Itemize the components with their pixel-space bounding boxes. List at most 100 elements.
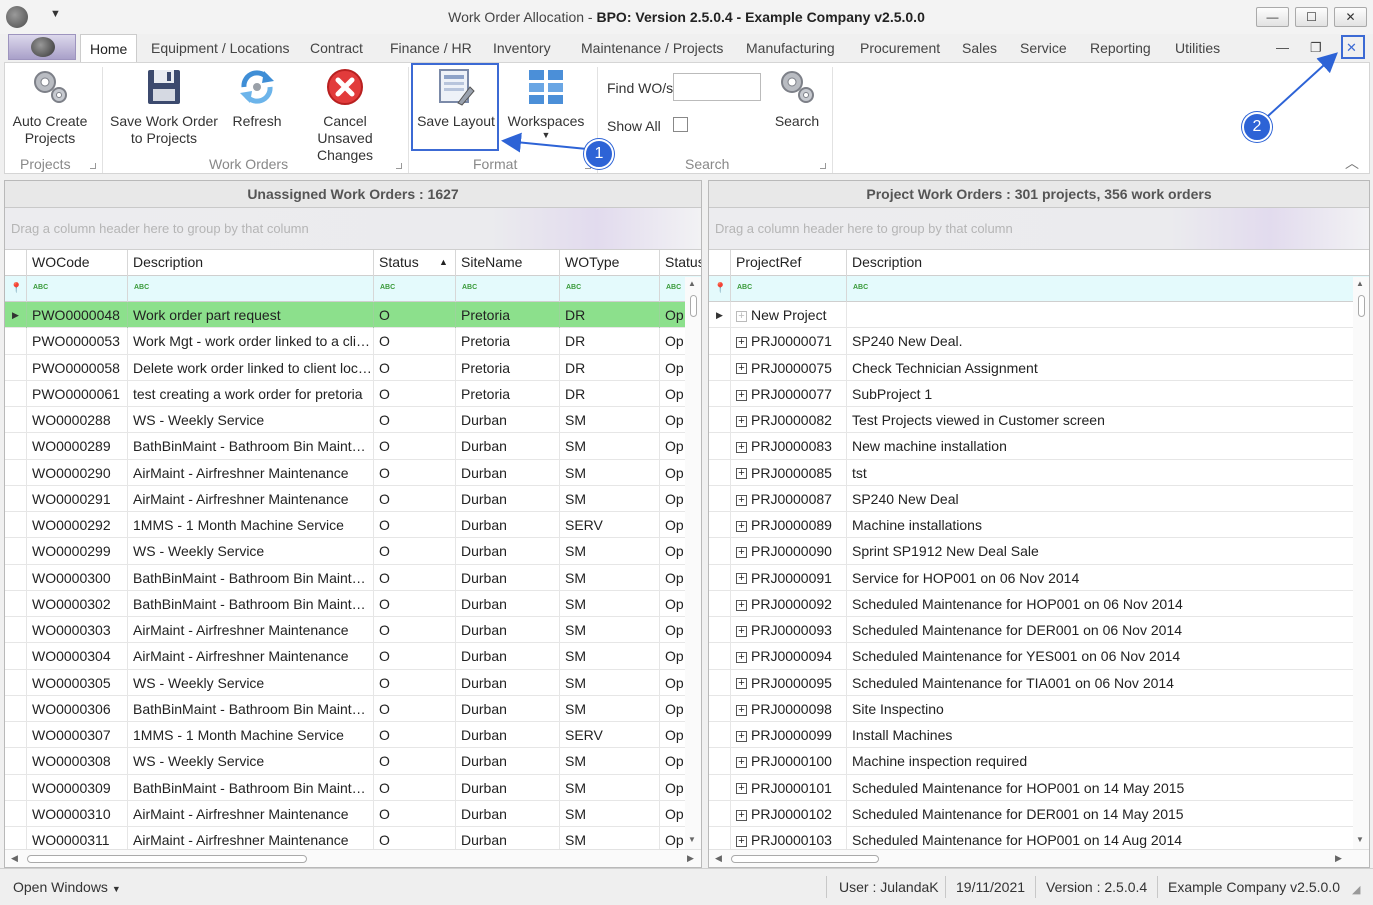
cell-wocode[interactable]: PWO0000048 [26,302,127,328]
table-row[interactable]: WO0000309 BathBinMaint - Bathroom Bin Mai… [5,774,701,801]
filter-cell-wocode[interactable]: ABC [26,276,127,302]
cell-status[interactable]: O [373,748,455,775]
cell-description[interactable]: BathBinMaint - Bathroom Bin Maintenance [127,695,373,722]
expand-row-icon[interactable]: + [736,363,747,375]
cell-wocode[interactable]: PWO0000058 [26,354,127,381]
table-row[interactable]: + PRJ0000100 Machine inspection required [709,748,1369,775]
left-horizontal-scrollbar[interactable]: ◀ ▶ [5,849,701,867]
cell-description[interactable]: Install Machines [846,722,1355,748]
table-row[interactable]: WO0000310 AirMaint - Airfreshner Maintena… [5,800,701,827]
cell-status[interactable]: O [373,407,455,433]
cell-status[interactable]: O [373,669,455,696]
cell-wotype[interactable]: SM [559,774,659,801]
expand-row-icon[interactable]: + [736,730,747,742]
cell-sitename[interactable]: Durban [455,800,559,827]
cell-wotype[interactable]: DR [559,328,659,355]
cell-projectref[interactable]: + PRJ0000092 [730,590,846,617]
scroll-thumb[interactable] [1358,295,1365,317]
expand-row-icon[interactable]: + [736,599,747,611]
cell-projectref[interactable]: + New Project [730,302,846,328]
cell-wotype[interactable]: SM [559,695,659,722]
cell-projectref[interactable]: + PRJ0000083 [730,433,846,460]
column-header-wocode[interactable]: WOCode [26,250,127,276]
cell-description[interactable]: Site Inspectino [846,695,1355,722]
cell-projectref[interactable]: + PRJ0000095 [730,669,846,696]
expand-row-icon[interactable]: + [736,310,747,322]
table-row[interactable]: PWO0000058 Delete work order linked to cl… [5,354,701,381]
filter-cell-sitename[interactable]: ABC [455,276,559,302]
expand-row-icon[interactable]: + [736,442,747,454]
expand-row-icon[interactable]: + [736,468,747,480]
scroll-right-icon[interactable]: ▶ [687,853,694,864]
cell-projectref[interactable]: + PRJ0000098 [730,695,846,722]
cell-wotype[interactable]: SM [559,590,659,617]
cell-description[interactable]: AirMaint - Airfreshner Maintenance [127,643,373,670]
cell-sitename[interactable]: Durban [455,485,559,512]
cell-projectref[interactable]: + PRJ0000090 [730,538,846,565]
cell-sitename[interactable]: Durban [455,407,559,433]
cell-sitename[interactable]: Durban [455,748,559,775]
cell-description[interactable]: Test Projects viewed in Customer screen [846,407,1355,433]
column-header-sitename[interactable]: SiteName [455,250,559,276]
column-header-description[interactable]: Description [846,250,1369,276]
table-row[interactable]: ▶ PWO0000048 Work order part request O Preto… [5,302,701,329]
filter-cell-status[interactable]: ABC [373,276,455,302]
cell-description[interactable]: Scheduled Maintenance for DER001 on 06 N… [846,617,1355,643]
cell-projectref[interactable]: + PRJ0000077 [730,380,846,407]
cell-sitename[interactable]: Pretoria [455,302,559,328]
cell-wotype[interactable]: SM [559,669,659,696]
expand-row-icon[interactable]: + [736,835,747,847]
expand-row-icon[interactable]: + [736,625,747,637]
expand-row-icon[interactable]: + [736,547,747,559]
cell-wocode[interactable]: WO0000306 [26,695,127,722]
cell-description[interactable]: 1MMS - 1 Month Machine Service [127,722,373,748]
cell-sitename[interactable]: Durban [455,433,559,460]
cell-description[interactable]: Check Technician Assignment [846,354,1355,381]
cell-projectref[interactable]: + PRJ0000099 [730,722,846,748]
cell-description[interactable]: 1MMS - 1 Month Machine Service [127,512,373,538]
filter-cell-description[interactable]: ABC [846,276,1369,302]
cell-projectref[interactable]: + PRJ0000085 [730,459,846,486]
table-row[interactable]: PWO0000053 Work Mgt - work order linked t… [5,328,701,355]
cell-description[interactable]: WS - Weekly Service [127,407,373,433]
filter-cell-projectref[interactable]: ABC [730,276,846,302]
cell-sitename[interactable]: Pretoria [455,328,559,355]
cell-description[interactable]: BathBinMaint - Bathroom Bin Maintenance [127,590,373,617]
cell-status[interactable]: O [373,459,455,486]
table-row[interactable]: WO0000289 BathBinMaint - Bathroom Bin Mai… [5,433,701,460]
cell-description[interactable]: WS - Weekly Service [127,669,373,696]
cell-projectref[interactable]: + PRJ0000087 [730,485,846,512]
table-row[interactable]: WO0000303 AirMaint - Airfreshner Maintena… [5,617,701,644]
open-windows-menu[interactable]: Open Windows ▼ [13,879,121,895]
cell-projectref[interactable]: + PRJ0000089 [730,512,846,538]
cell-description[interactable]: AirMaint - Airfreshner Maintenance [127,485,373,512]
cell-sitename[interactable]: Pretoria [455,354,559,381]
cell-sitename[interactable]: Durban [455,669,559,696]
cell-description[interactable]: AirMaint - Airfreshner Maintenance [127,617,373,643]
expand-row-icon[interactable]: + [736,757,747,769]
table-row[interactable]: + PRJ0000089 Machine installations [709,512,1369,539]
table-row[interactable]: WO0000304 AirMaint - Airfreshner Maintena… [5,643,701,670]
cell-wocode[interactable]: WO0000302 [26,590,127,617]
table-row[interactable]: WO0000302 BathBinMaint - Bathroom Bin Mai… [5,590,701,617]
scroll-thumb[interactable] [731,855,879,863]
cell-sitename[interactable]: Durban [455,695,559,722]
cell-description[interactable]: Service for HOP001 on 06 Nov 2014 [846,564,1355,591]
table-row[interactable]: + PRJ0000092 Scheduled Maintenance for HOP… [709,590,1369,617]
cell-wocode[interactable]: WO0000300 [26,564,127,591]
cell-description[interactable]: SP240 New Deal [846,485,1355,512]
cell-sitename[interactable]: Durban [455,617,559,643]
cell-wocode[interactable]: WO0000290 [26,459,127,486]
expand-row-icon[interactable]: + [736,783,747,795]
cell-description[interactable]: AirMaint - Airfreshner Maintenance [127,800,373,827]
cell-sitename[interactable]: Durban [455,538,559,565]
cell-description[interactable]: tst [846,459,1355,486]
cell-wotype[interactable]: SERV [559,722,659,748]
scroll-thumb[interactable] [27,855,307,863]
cell-projectref[interactable]: + PRJ0000071 [730,328,846,355]
column-header-description[interactable]: Description [127,250,373,276]
cell-wocode[interactable]: WO0000305 [26,669,127,696]
table-row[interactable]: ▶ + New Project [709,302,1369,329]
cell-wocode[interactable]: PWO0000053 [26,328,127,355]
cell-sitename[interactable]: Durban [455,459,559,486]
